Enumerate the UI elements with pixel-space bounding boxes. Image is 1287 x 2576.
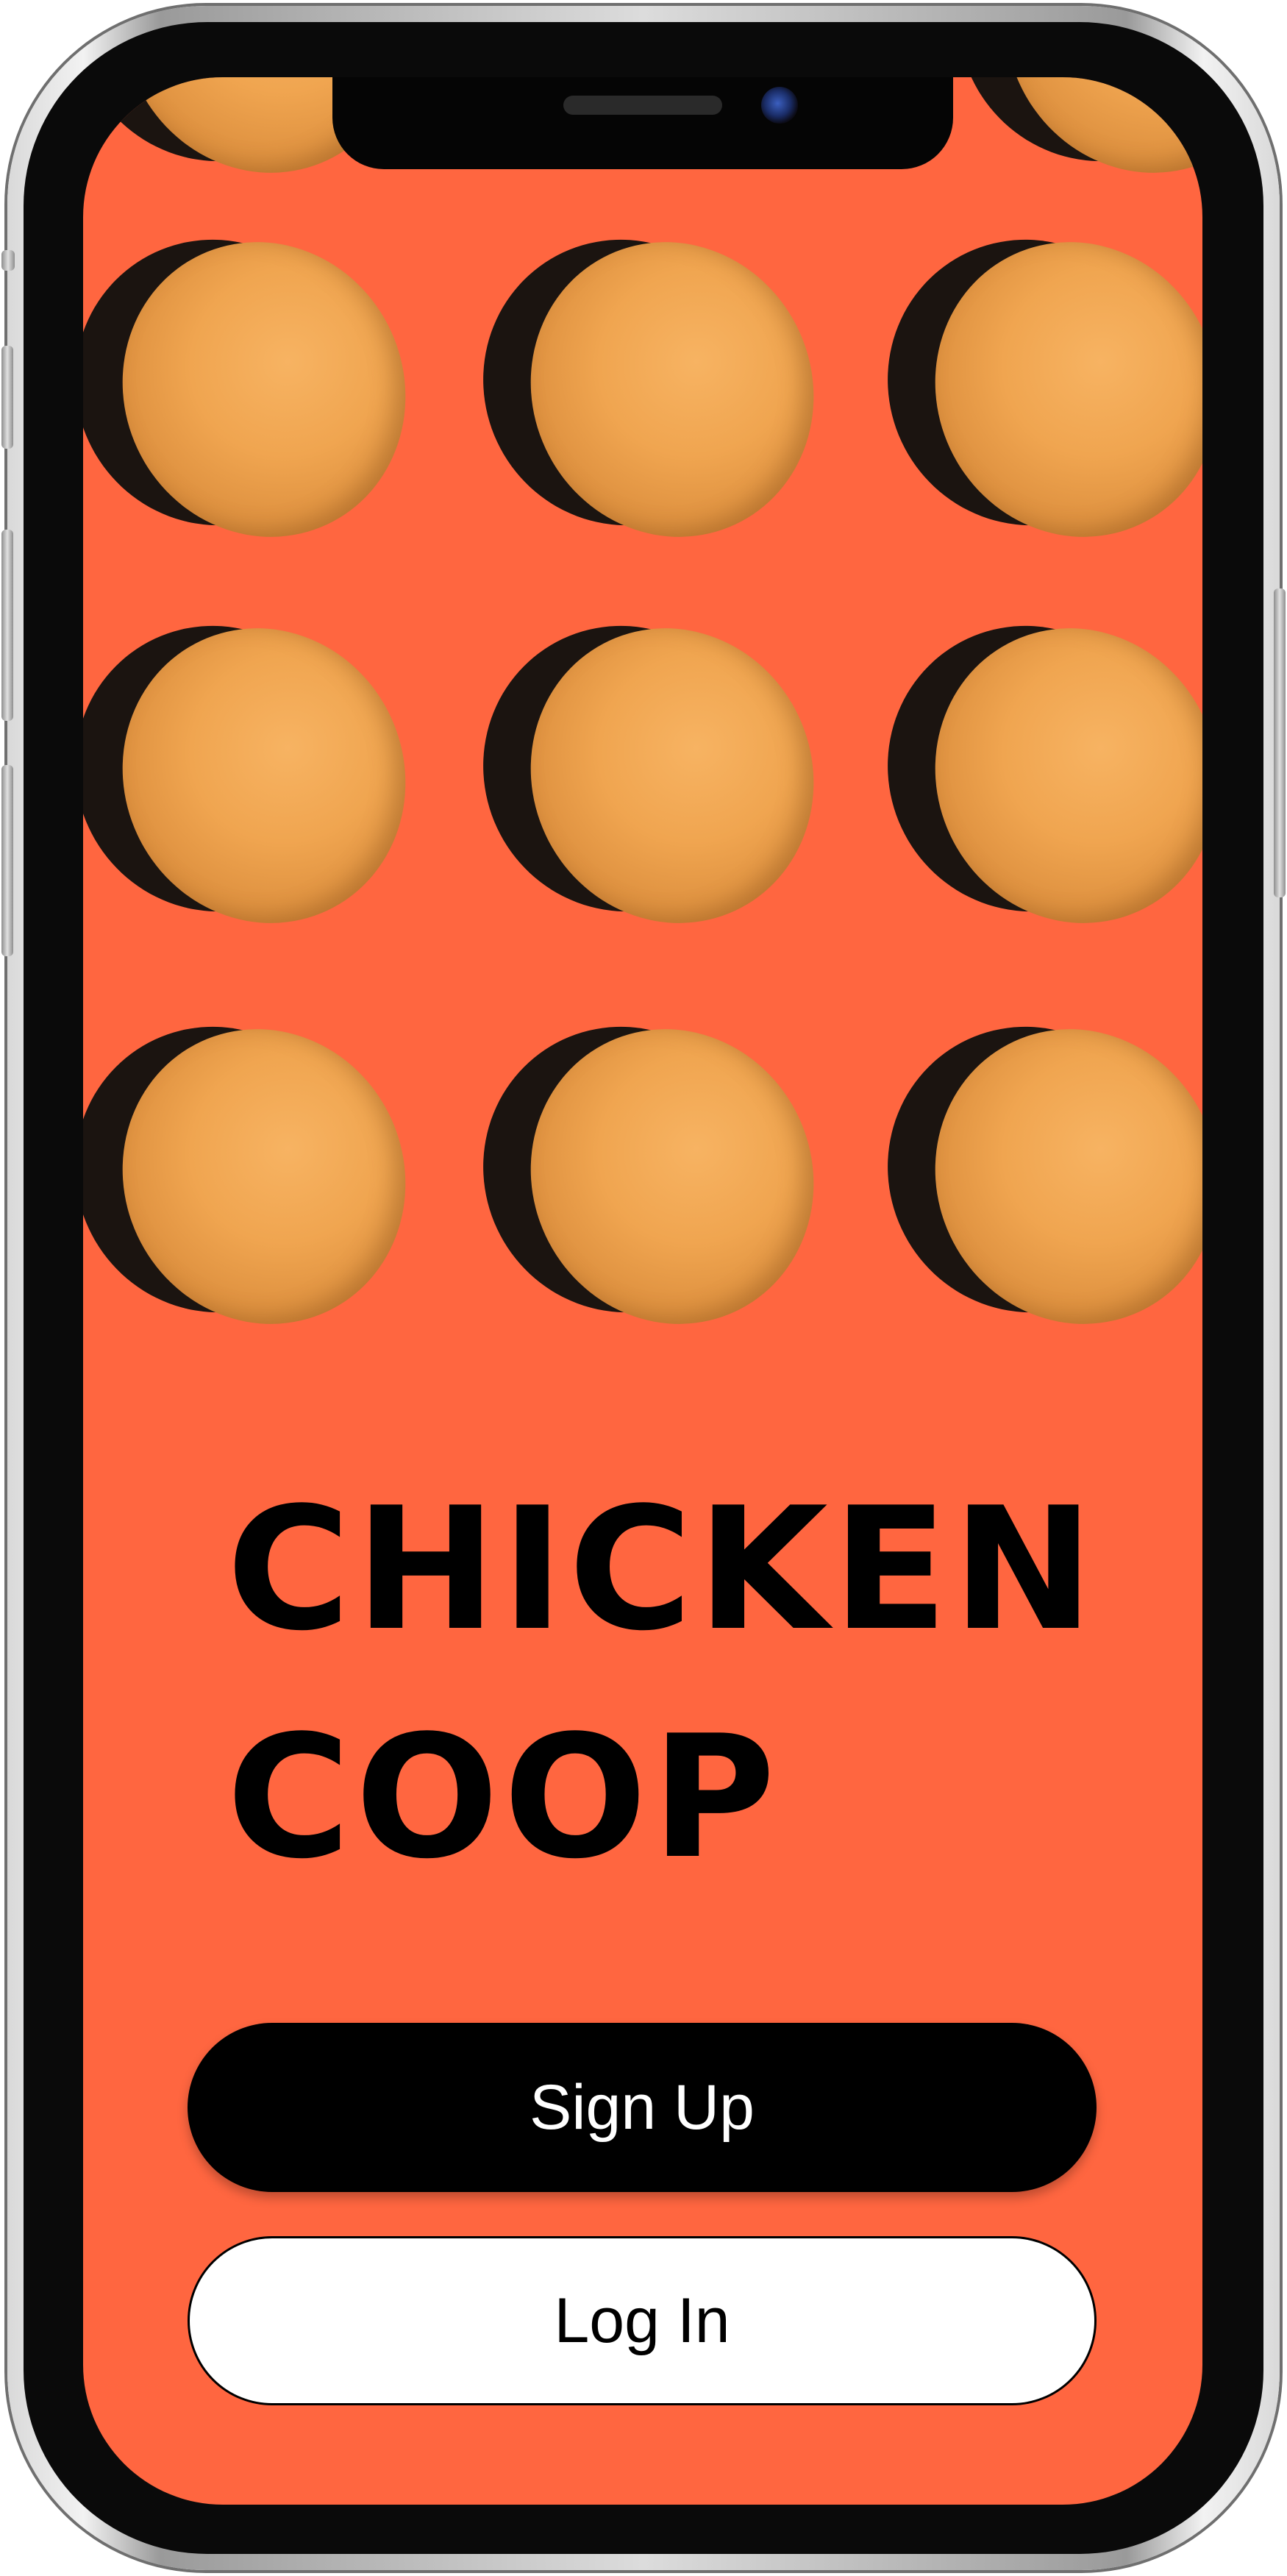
power-button xyxy=(1274,588,1286,897)
volume-down-button xyxy=(1,530,13,721)
silent-switch xyxy=(1,250,15,271)
earpiece-speaker xyxy=(563,96,722,115)
egg-image xyxy=(436,579,862,970)
egg-image xyxy=(841,193,1202,584)
volume-up-button xyxy=(1,346,13,449)
egg-image xyxy=(83,193,454,584)
app-screen: CHICKEN COOP Sign Up Log In xyxy=(83,77,1202,2505)
sign-up-button[interactable]: Sign Up xyxy=(188,2023,1097,2192)
egg-image xyxy=(910,77,1202,220)
app-title-line1: CHICKEN xyxy=(227,1472,1099,1668)
front-camera-icon xyxy=(761,87,798,124)
egg-image xyxy=(841,579,1202,970)
volume-button-lower xyxy=(1,765,13,956)
egg-image xyxy=(841,980,1202,1371)
egg-image xyxy=(83,579,454,970)
notch xyxy=(332,77,953,169)
egg-image xyxy=(436,193,862,584)
egg-image xyxy=(436,980,862,1371)
log-in-button[interactable]: Log In xyxy=(188,2236,1097,2405)
app-title-line2: COOP xyxy=(227,1700,780,1896)
egg-image xyxy=(83,980,454,1371)
